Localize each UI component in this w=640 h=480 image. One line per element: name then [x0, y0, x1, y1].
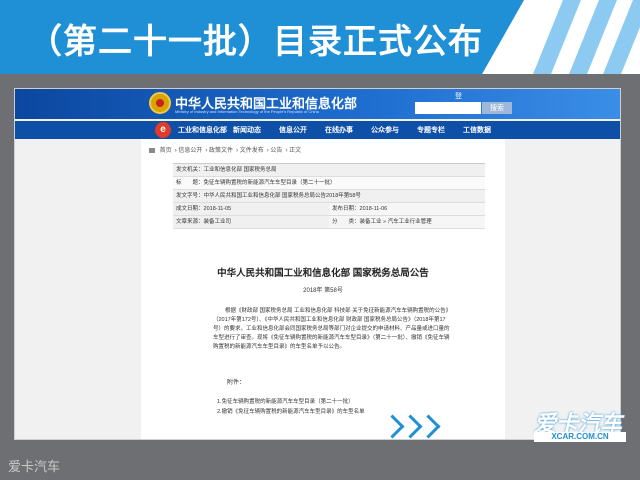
header-banner: （第二十一批）目录正式公布 — [0, 0, 640, 74]
site-subtitle: Ministry of Industry and Information Tec… — [175, 109, 319, 114]
nav-item-public[interactable]: 公众参与 — [362, 125, 408, 135]
breadcrumb-item[interactable]: 政策文件 — [209, 148, 233, 154]
main-nav: e 工业和信息化部 新闻动态 信息公开 在线办事 公众参与 专题专栏 工信数据 — [15, 121, 620, 139]
xcar-logo: 爱卡汽车 XCAR.COM.CN — [534, 406, 626, 450]
breadcrumb-item[interactable]: 信息公开 — [178, 148, 202, 154]
nav-items: 工业和信息化部 新闻动态 信息公开 在线办事 公众参与 专题专栏 工信数据 — [178, 121, 500, 139]
nav-item-topics[interactable]: 专题专栏 — [408, 125, 454, 135]
breadcrumb-item[interactable]: 公告 — [270, 148, 282, 154]
attachment-link[interactable]: 1.免征车辆购置税的新能源汽车车型目录（第二十一批） — [217, 397, 354, 405]
banner-title: （第二十一批）目录正式公布 — [28, 23, 483, 61]
breadcrumb-item[interactable]: 文件发布 — [240, 148, 264, 154]
meta-label: 发布日期： — [332, 206, 360, 212]
meta-value: 2018-11-05 — [203, 206, 232, 212]
nav-item-services[interactable]: 在线办事 — [316, 125, 362, 135]
breadcrumb-item[interactable]: 首页 — [160, 148, 172, 154]
webpage-screenshot: 中华人民共和国工业和信息化部 Ministry of Industry and … — [14, 88, 621, 440]
watermark-text: 爱卡汽车 — [8, 459, 61, 474]
meta-label: 成文日期： — [176, 206, 204, 212]
breadcrumb-item: 正文 — [289, 148, 302, 154]
search-input[interactable] — [415, 102, 481, 114]
meta-value: 中华人民共和国工业和信息化部 国家税务总局公告2018年第58号 — [203, 193, 361, 199]
home-icon — [149, 147, 155, 153]
meta-row-issuer: 发文机关：工业和信息化部 国家税务总局 — [173, 164, 485, 177]
meta-value: 免征车辆购置税的新能源汽车车型目录（第二十一批） — [203, 180, 336, 186]
meta-row-dates: 成文日期：2018-11-05 发布日期：2018-11-06 — [173, 203, 485, 216]
nav-item-ministry[interactable]: 工业和信息化部 — [178, 125, 227, 135]
meta-label: 文章来源： — [176, 219, 204, 225]
meta-label: 发文字号： — [176, 193, 204, 199]
breadcrumb: 首页 › 信息公开 › 政策文件 › 文件发布 › 公告 › 正文 — [149, 145, 304, 154]
logo-url-text: XCAR.COM.CN — [534, 432, 626, 442]
nav-item-info[interactable]: 信息公开 — [270, 125, 316, 135]
nav-item-data[interactable]: 工信数据 — [454, 125, 500, 135]
document-number: 2018年 第58号 — [303, 288, 343, 294]
meta-row-docno: 发文字号：中华人民共和国工业和信息化部 国家税务总局公告2018年第58号 — [173, 190, 485, 203]
meta-row-source: 文章来源：装备工业司 分 类：装备工业 » 汽车工业行业管理 — [173, 216, 485, 229]
login-link[interactable]: 登 — [455, 91, 462, 101]
meta-label: 分 类： — [332, 219, 360, 225]
national-emblem-icon — [149, 92, 171, 114]
meta-label: 标 题： — [176, 180, 204, 186]
site-header: 中华人民共和国工业和信息化部 Ministry of Industry and … — [15, 89, 620, 119]
search-button[interactable]: 搜索 — [482, 102, 512, 114]
meta-value: 工业和信息化部 国家税务总局 — [203, 167, 277, 173]
nav-item-news[interactable]: 新闻动态 — [224, 125, 270, 135]
document-paragraph: 根据《财政部 国家税务总局 工业和信息化部 科技部 关于免征新能源汽车车辆购置税… — [213, 308, 452, 350]
attachments-label: 附件： — [227, 380, 246, 386]
meta-value: 装备工业 » 汽车工业行业管理 — [359, 219, 432, 225]
meta-row-title: 标 题：免征车辆购置税的新能源汽车车型目录（第二十一批） — [173, 177, 485, 190]
document-meta-table: 发文机关：工业和信息化部 国家税务总局 标 题：免征车辆购置税的新能源汽车车型目… — [173, 163, 485, 229]
meta-value: 2018-11-06 — [359, 206, 388, 212]
document-body: 根据《财政部 国家税务总局 工业和信息化部 科技部 关于免征新能源汽车车辆购置税… — [213, 307, 453, 352]
document-panel: 首页 › 信息公开 › 政策文件 › 文件发布 › 公告 › 正文 发文机关：工业和信息化… — [141, 139, 505, 439]
attachment-link[interactable]: 2.撤销《免征车辆购置税的新能源汽车车型目录》的车型名单 — [217, 407, 365, 415]
meta-value: 装备工业司 — [203, 219, 232, 225]
meta-label: 发文机关： — [176, 167, 204, 173]
home-logo-icon[interactable]: e — [155, 122, 171, 138]
document-heading: 中华人民共和国工业和信息化部 国家税务总局公告 — [217, 268, 429, 279]
